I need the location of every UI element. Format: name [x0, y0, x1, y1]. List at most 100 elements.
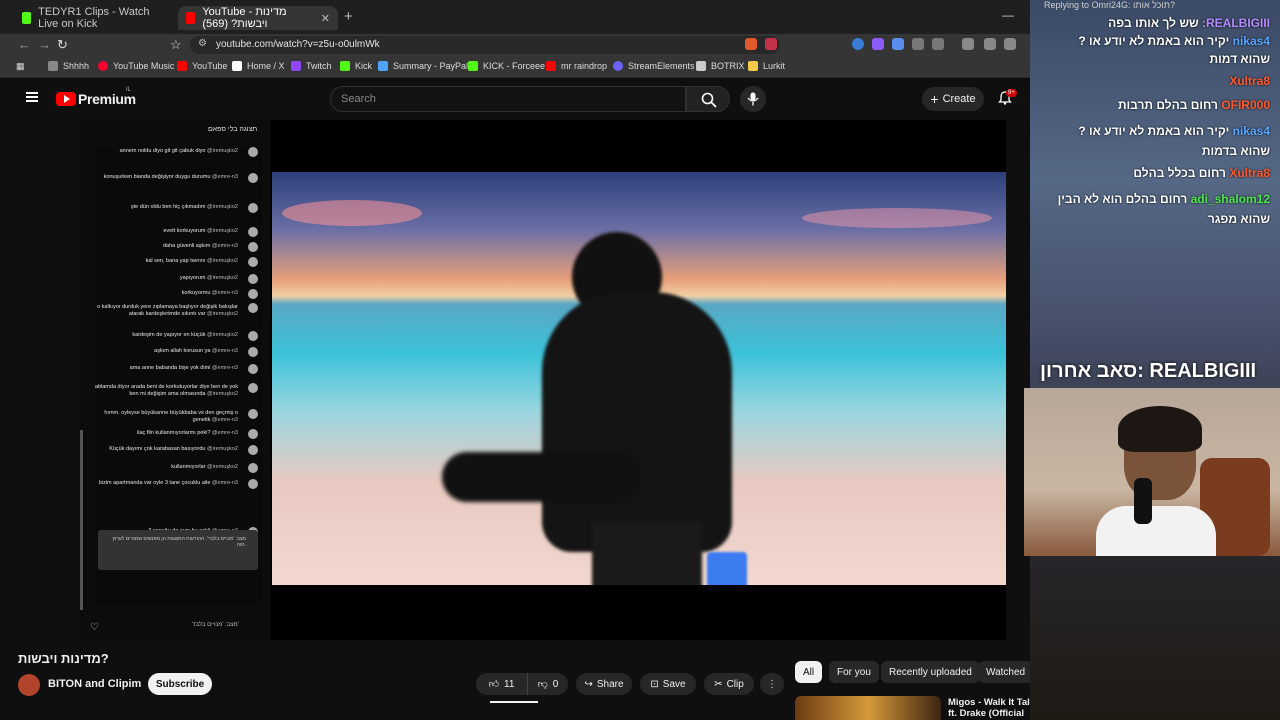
share-label: Share [596, 678, 624, 690]
stream-chat-username: Xultra8 [1229, 166, 1270, 180]
subscribe-button[interactable]: Subscribe [148, 673, 212, 695]
bookmark-streamelements[interactable]: StreamElements [613, 61, 695, 71]
new-tab-button[interactable]: + [344, 8, 353, 25]
bookmark-youtube-music[interactable]: YouTube Music [98, 61, 174, 71]
forward-icon[interactable]: → [38, 37, 51, 52]
chat-username: @iremuşko2 [207, 275, 238, 281]
browser-tabbar: TEDYR1 Clips - Watch Live on Kick YouTub… [0, 0, 1030, 34]
bookmark-label: Home / X [247, 61, 285, 71]
search-input[interactable]: Search [330, 86, 686, 112]
paypal-icon [378, 61, 388, 71]
bookmark-shhhh[interactable]: Shhhh [48, 61, 89, 71]
kick-icon [468, 61, 478, 71]
bookmark-kick-forceee[interactable]: KICK - Forceee [468, 61, 545, 71]
lurkit-icon [748, 61, 758, 71]
youtube-brand[interactable]: Premium [78, 91, 136, 107]
extension-icon[interactable] [892, 38, 904, 50]
chat-username: @iremuşko2 [207, 228, 238, 234]
url-bar[interactable]: ⚙ youtube.com/watch?v=z5u-o0ulmWk [190, 36, 780, 54]
more-actions-button[interactable]: ⋮ [760, 673, 784, 695]
subscribers-only-notice: מצב: 'מנויים בלבד'. ההודעות המוצגות הן מ… [98, 530, 258, 570]
chat-username: @iremuşko2 [207, 258, 238, 264]
cup [707, 552, 747, 585]
chat-avatar [248, 242, 258, 252]
chat-avatar [248, 429, 258, 439]
overlay-chat-title[interactable]: תצוגה בלי ספאם [208, 126, 257, 133]
reload-icon[interactable]: ↻ [57, 37, 68, 53]
tab-youtube[interactable]: YouTube - מדינות ויבשות? (569) ✕ [178, 6, 338, 30]
channel-avatar[interactable] [18, 674, 40, 696]
bookmark-botrix[interactable]: BOTRIX [696, 61, 745, 71]
recommended-thumbnail[interactable] [795, 696, 941, 720]
media-icon[interactable] [932, 38, 944, 50]
chat-message-text: konuşurken bianda değişiyor duygu durumu [103, 174, 211, 180]
chat-avatar [248, 463, 258, 473]
back-icon[interactable]: ← [18, 37, 31, 52]
brave-shield-icon[interactable] [745, 38, 757, 50]
botrix-icon [696, 61, 706, 71]
thumbs-up-icon: 👍︎ [488, 679, 500, 690]
chat-message-text: aşkım allah korusun ya [154, 348, 211, 354]
like-count: 11 [504, 678, 515, 690]
share-button[interactable]: ↪ Share [576, 673, 632, 695]
puzzle-icon[interactable] [912, 38, 924, 50]
plus-icon: + [930, 91, 939, 107]
notification-count-badge: 9+ [1006, 89, 1017, 97]
youtube-music-icon [98, 61, 108, 71]
bookmark-kick[interactable]: Kick [340, 61, 372, 71]
youtube-favicon-icon [186, 12, 196, 24]
notice-text: מצב: 'מנויים בלבד'. ההודעות המוצגות הן מ… [112, 536, 246, 548]
bookmark-star-icon[interactable]: ☆ [170, 37, 182, 53]
search-button[interactable] [686, 86, 730, 112]
video-frame[interactable] [272, 172, 1006, 585]
save-button[interactable]: ⊡ Save [640, 673, 696, 695]
chat-scrollbar[interactable] [80, 430, 83, 610]
site-info-icon[interactable]: ⚙ [198, 38, 207, 49]
extension-icon[interactable] [765, 38, 777, 50]
chat-avatar [248, 479, 258, 489]
apps-grid-icon[interactable]: ▦ [16, 61, 25, 72]
like-button[interactable]: 👍︎ 11 [476, 673, 528, 695]
wallet-icon[interactable] [1004, 38, 1016, 50]
stream-chat-message: שהוא בדמות [1202, 144, 1270, 158]
close-tab-icon[interactable]: ✕ [321, 12, 330, 25]
overlay-chat-line: ama anne babanda bişe yok dimi @emre-n3 [88, 365, 238, 372]
reply-banner: Replying to Omri24G: תוכל אותו? [1044, 0, 1175, 10]
extension-icon[interactable] [852, 38, 864, 50]
extension-icon[interactable] [872, 38, 884, 50]
overlay-chat-line: şte dün oldu ben hiç çıkmadım @iremuşko2 [88, 204, 238, 211]
create-button[interactable]: + Create [922, 87, 984, 111]
chip-watched[interactable]: Watched [978, 661, 1034, 683]
tab-kick[interactable]: TEDYR1 Clips - Watch Live on Kick [14, 6, 178, 30]
chip-all[interactable]: All [795, 661, 823, 683]
channel-name[interactable]: BITON and Clipim [48, 678, 141, 690]
overlay-chat-line: aşkım allah korusun ya @emre-n3 [88, 348, 238, 355]
create-label: Create [942, 93, 976, 105]
music-icon[interactable] [962, 38, 974, 50]
minimize-button[interactable]: — [1002, 8, 1014, 22]
bookmark-paypal[interactable]: Summary - PayPal [378, 61, 468, 71]
chip-recently-uploaded[interactable]: Recently uploaded [881, 661, 980, 683]
bookmark-icon: ⊡ [650, 678, 659, 690]
heart-icon[interactable]: ♡ [90, 622, 99, 633]
sidebar-icon[interactable] [984, 38, 996, 50]
bookmark-mr-raindrop[interactable]: mr raindrop [546, 61, 607, 71]
hamburger-menu-icon[interactable] [26, 92, 38, 102]
bookmark-home-x[interactable]: Home / X [232, 61, 285, 71]
chat-username: @emre-n3 [211, 348, 238, 354]
chip-for-you[interactable]: For you [829, 661, 879, 683]
youtube-logo-icon[interactable] [56, 92, 76, 106]
bookmark-label: Shhhh [63, 61, 90, 71]
clip-button[interactable]: ✂ Clip [704, 673, 754, 695]
person-hoodie [542, 292, 732, 552]
streamer-webcam [1024, 388, 1280, 556]
bookmark-youtube[interactable]: YouTube [177, 61, 227, 71]
dislike-button[interactable]: 👎︎ 0 [528, 673, 568, 695]
bookmark-lurkit[interactable]: Lurkit [748, 61, 785, 71]
twitch-icon [291, 61, 301, 71]
video-player[interactable]: תצוגה בלי ספאם annem noldu diyo git git … [80, 120, 1006, 640]
bookmark-twitch[interactable]: Twitch [291, 61, 332, 71]
chat-avatar [248, 445, 258, 455]
stream-chat-text: רחום בהלם תרבות [1117, 98, 1218, 112]
voice-search-button[interactable] [740, 86, 766, 112]
